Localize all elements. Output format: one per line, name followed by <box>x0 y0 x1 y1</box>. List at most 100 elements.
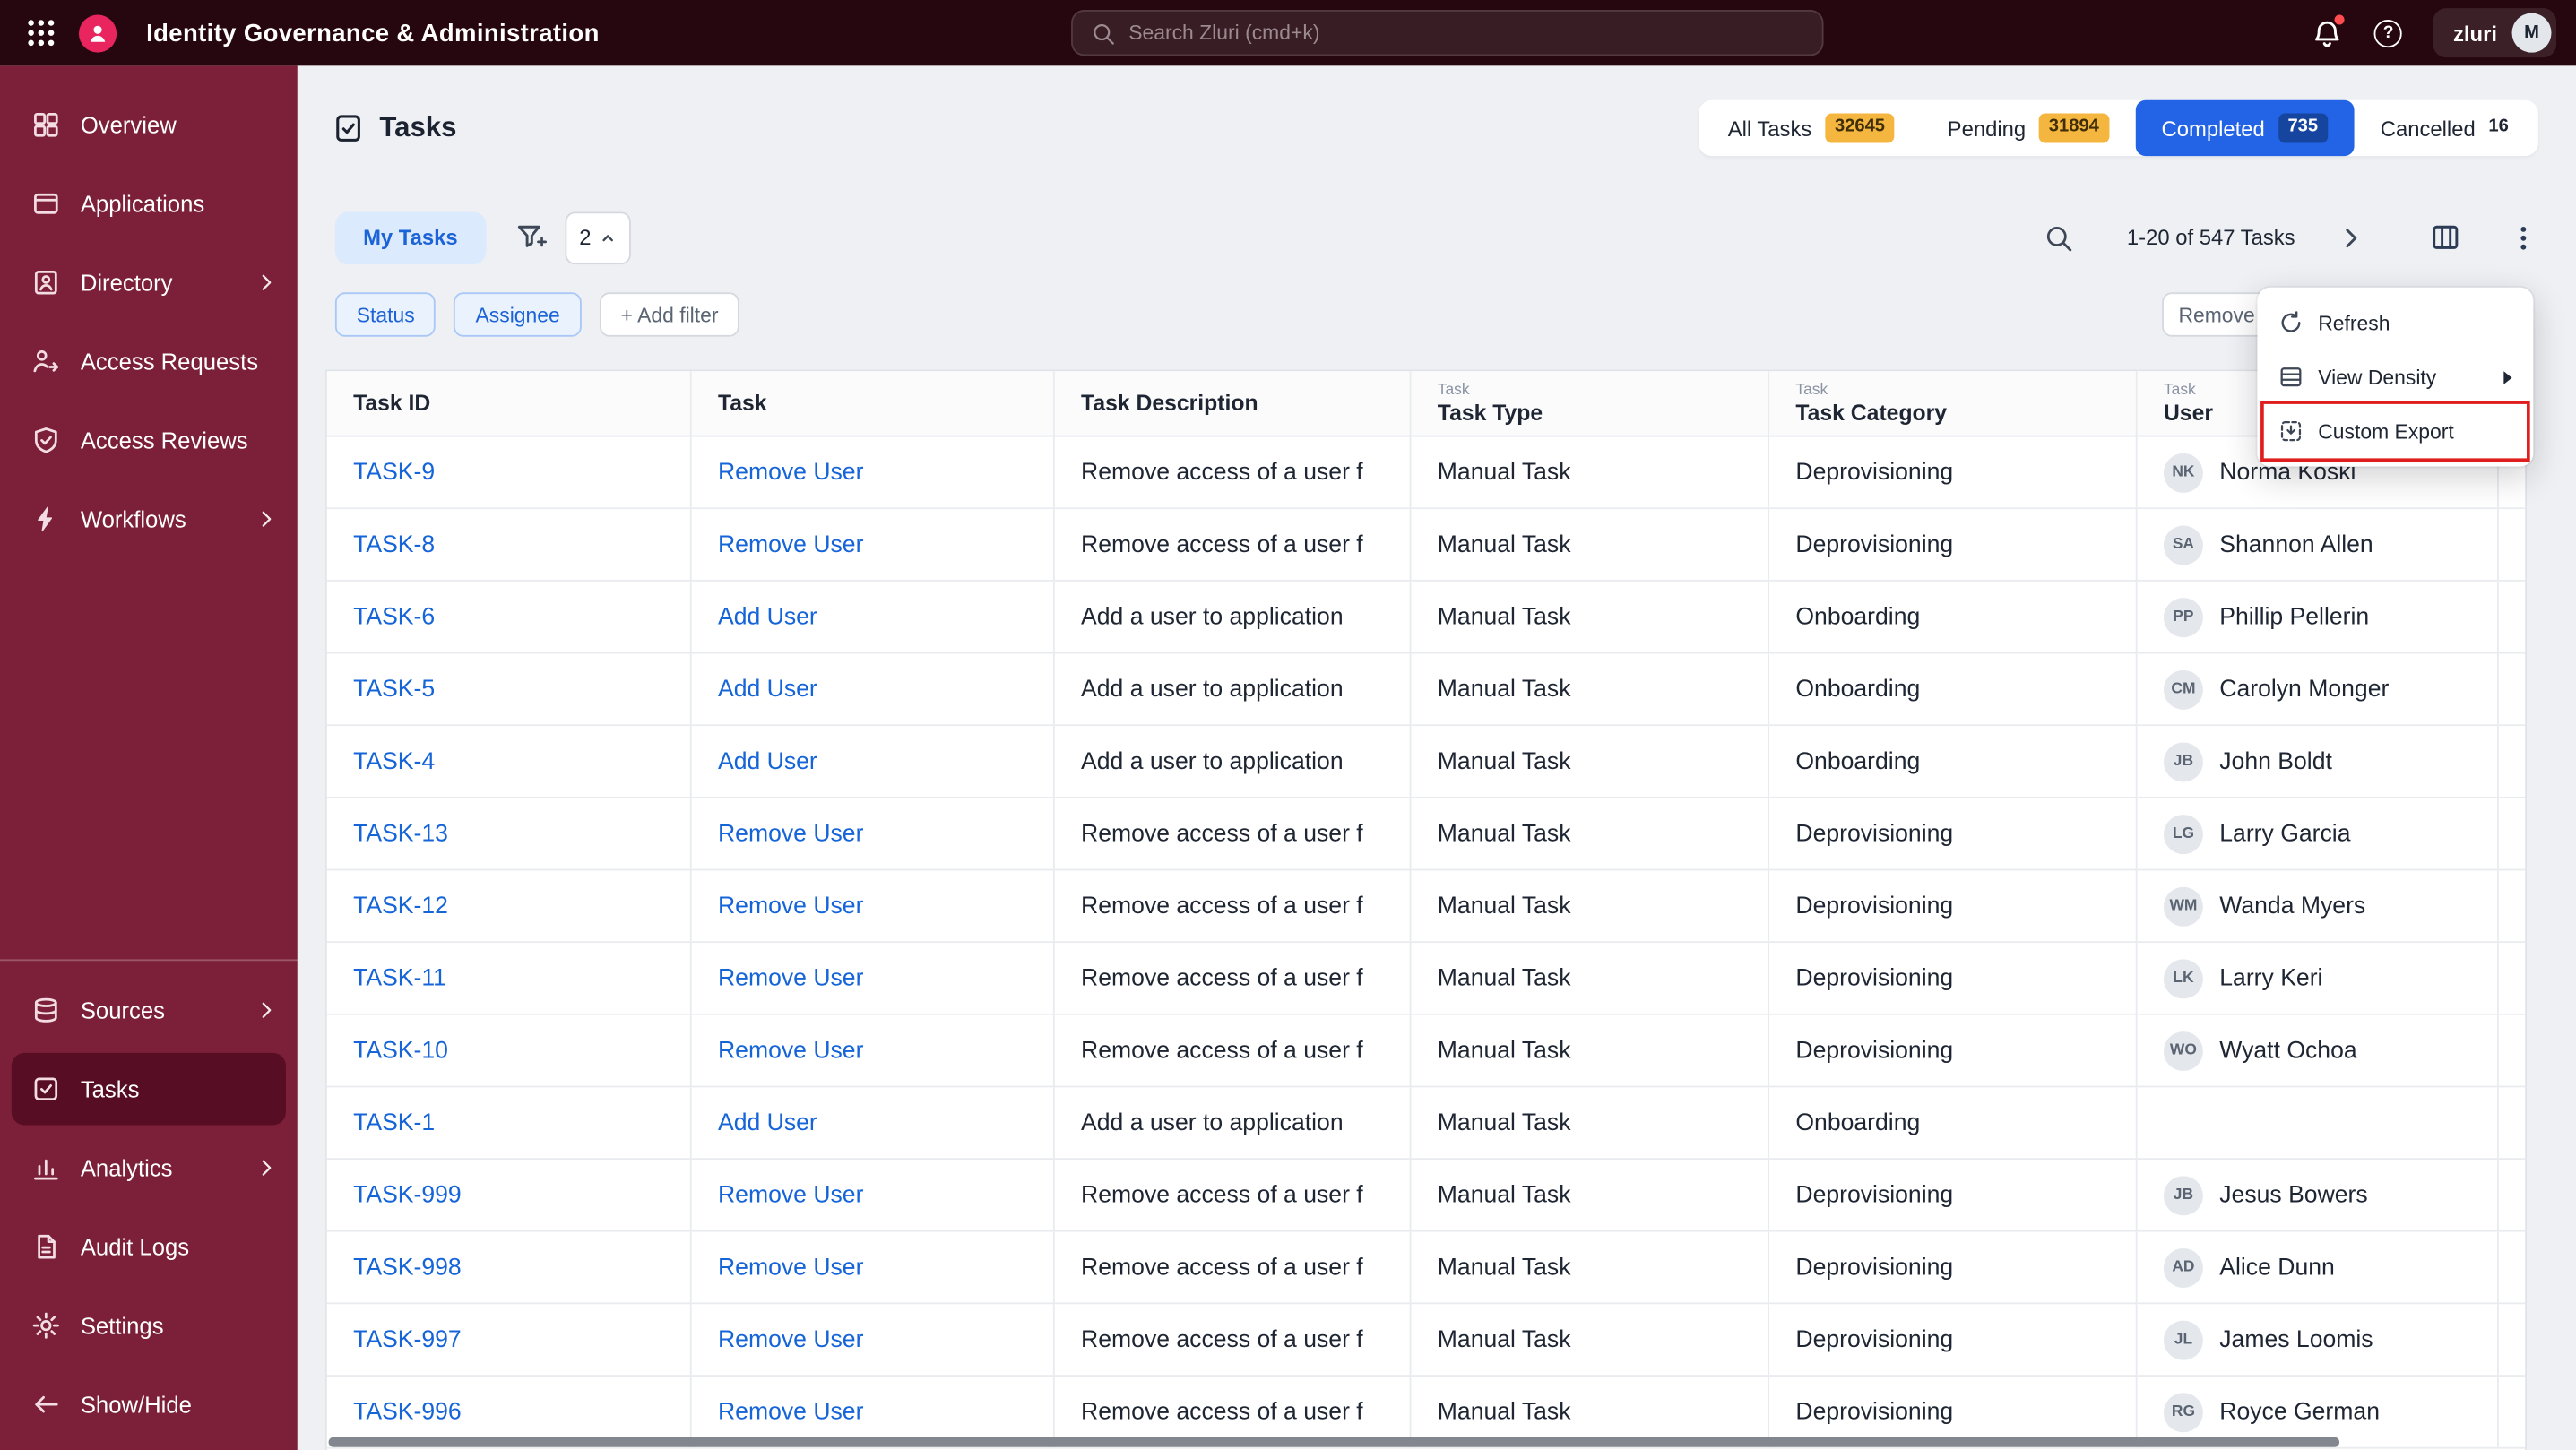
empty-cell <box>2499 653 2525 724</box>
filter-funnel-icon[interactable] <box>515 221 547 253</box>
task-id-link[interactable]: TASK-998 <box>353 1254 462 1280</box>
column-header-task: Task <box>692 371 1055 436</box>
sidebar-item-directory[interactable]: Directory <box>0 243 298 322</box>
sidebar-item-workflows[interactable]: Workflows <box>0 479 298 558</box>
kebab-menu-icon[interactable] <box>2509 222 2538 252</box>
tab-completed[interactable]: Completed 735 <box>2135 99 2355 157</box>
table-row[interactable]: TASK-997 Remove User Remove access of a … <box>326 1304 2526 1377</box>
filter-count-select[interactable]: 2 <box>564 211 631 264</box>
sidebar-item-access-requests[interactable]: Access Requests <box>0 322 298 401</box>
column-group-label: Task <box>1437 381 1470 400</box>
table-row[interactable]: TASK-13 Remove User Remove access of a u… <box>326 798 2526 871</box>
task-id-link[interactable]: TASK-8 <box>353 531 435 557</box>
task-id-link[interactable]: TASK-12 <box>353 893 448 919</box>
global-search[interactable] <box>1071 9 1824 56</box>
sidebar-item-tasks[interactable]: Tasks <box>11 1052 286 1126</box>
filter-chip-status[interactable]: Status <box>334 292 437 337</box>
task-id-link[interactable]: TASK-999 <box>353 1182 462 1208</box>
task-id-link[interactable]: TASK-4 <box>353 748 435 774</box>
scrollbar-thumb[interactable] <box>328 1437 2340 1447</box>
chevron-right-icon <box>255 1156 278 1179</box>
task-type-cell: Manual Task <box>1411 726 1770 797</box>
task-description-cell: Remove access of a user f <box>1055 436 1412 508</box>
tab-all-tasks[interactable]: All Tasks 32645 <box>1701 100 1921 156</box>
pagination-next-icon[interactable] <box>2338 224 2364 250</box>
my-tasks-button[interactable]: My Tasks <box>334 211 486 264</box>
user-avatar: JL <box>2163 1319 2203 1359</box>
task-user-cell <box>2138 1087 2499 1159</box>
task-id-link[interactable]: TASK-6 <box>353 604 435 630</box>
tab-count-badge: 735 <box>2278 114 2329 142</box>
user-name: Phillip Pellerin <box>2219 603 2370 630</box>
task-user-cell: LK Larry Keri <box>2138 943 2499 1014</box>
menu-item-view-density[interactable]: View Density <box>2264 350 2527 403</box>
user-name: Wyatt Ochoa <box>2219 1037 2357 1064</box>
add-filter-button[interactable]: + Add filter <box>599 292 740 337</box>
task-id-link[interactable]: TASK-10 <box>353 1037 448 1063</box>
account-menu[interactable]: zluri M <box>2433 8 2557 58</box>
sidebar-item-label: Access Reviews <box>80 427 248 453</box>
table-row[interactable]: TASK-6 Add User Add a user to applicatio… <box>326 581 2526 654</box>
task-action-link[interactable]: Add User <box>718 604 817 630</box>
columns-icon[interactable] <box>2430 221 2461 253</box>
notifications-bell-icon[interactable] <box>2312 13 2346 48</box>
task-category-cell: Deprovisioning <box>1769 1014 2138 1086</box>
task-id-link[interactable]: TASK-9 <box>353 459 435 485</box>
menu-item-refresh[interactable]: Refresh <box>2264 296 2527 350</box>
task-action-link[interactable]: Remove User <box>718 893 863 919</box>
task-action-link[interactable]: Remove User <box>718 1037 863 1063</box>
table-row[interactable]: TASK-998 Remove User Remove access of a … <box>326 1231 2526 1305</box>
sidebar-item-audit-logs[interactable]: Audit Logs <box>0 1207 298 1286</box>
task-action-link[interactable]: Add User <box>718 676 817 702</box>
task-category-cell: Deprovisioning <box>1769 943 2138 1014</box>
caret-up-icon <box>600 229 616 246</box>
table-row[interactable]: TASK-1 Add User Add a user to applicatio… <box>326 1087 2526 1161</box>
table-row[interactable]: TASK-11 Remove User Remove access of a u… <box>326 943 2526 1015</box>
sidebar-item-icon <box>31 110 61 140</box>
table-row[interactable]: TASK-9 Remove User Remove access of a us… <box>326 436 2526 510</box>
table-row[interactable]: TASK-5 Add User Add a user to applicatio… <box>326 653 2526 727</box>
table-row[interactable]: TASK-999 Remove User Remove access of a … <box>326 1160 2526 1232</box>
sidebar-item-icon <box>31 1075 61 1104</box>
task-user-cell: WM Wanda Myers <box>2138 870 2499 942</box>
table-row[interactable]: TASK-4 Add User Add a user to applicatio… <box>326 726 2526 798</box>
task-id-link[interactable]: TASK-13 <box>353 821 448 847</box>
tab-cancelled[interactable]: Cancelled 16 <box>2354 100 2535 156</box>
task-action-link[interactable]: Add User <box>718 1109 817 1135</box>
task-id-link[interactable]: TASK-1 <box>353 1109 435 1135</box>
task-action-link[interactable]: Remove User <box>718 459 863 485</box>
sidebar-item-access-reviews[interactable]: Access Reviews <box>0 401 298 479</box>
task-action-link[interactable]: Remove User <box>718 1326 863 1352</box>
task-action-link[interactable]: Remove User <box>718 965 863 991</box>
table-row[interactable]: TASK-10 Remove User Remove access of a u… <box>326 1014 2526 1088</box>
sidebar-item-icon <box>31 1153 61 1183</box>
help-icon[interactable]: ? <box>2374 19 2403 47</box>
task-id-link[interactable]: TASK-5 <box>353 676 435 702</box>
sidebar-item-label: Applications <box>80 190 205 217</box>
sidebar-item-sources[interactable]: Sources <box>0 971 298 1049</box>
filter-chip-assignee[interactable]: Assignee <box>454 292 582 337</box>
sidebar-item-show-hide[interactable]: Show/Hide <box>0 1365 298 1444</box>
task-id-link[interactable]: TASK-996 <box>353 1399 462 1425</box>
empty-cell <box>2499 798 2525 869</box>
table-row[interactable]: TASK-8 Remove User Remove access of a us… <box>326 509 2526 582</box>
tab-pending[interactable]: Pending 31894 <box>1921 100 2135 156</box>
task-action-link[interactable]: Remove User <box>718 821 863 847</box>
table-row[interactable]: TASK-12 Remove User Remove access of a u… <box>326 870 2526 944</box>
sidebar-item-analytics[interactable]: Analytics <box>0 1128 298 1207</box>
sidebar-item-applications[interactable]: Applications <box>0 164 298 243</box>
task-action-link[interactable]: Remove User <box>718 531 863 557</box>
task-action-link[interactable]: Remove User <box>718 1399 863 1425</box>
task-action-link[interactable]: Remove User <box>718 1182 863 1208</box>
table-search-icon[interactable] <box>2043 222 2072 252</box>
sidebar-item-settings[interactable]: Settings <box>0 1286 298 1365</box>
apps-grid-icon[interactable] <box>24 16 57 49</box>
task-id-link[interactable]: TASK-997 <box>353 1326 462 1352</box>
menu-item-custom-export[interactable]: Custom Export <box>2260 401 2530 462</box>
global-search-input[interactable] <box>1128 21 1804 45</box>
task-action-link[interactable]: Remove User <box>718 1254 863 1280</box>
task-action-link[interactable]: Add User <box>718 748 817 774</box>
task-id-link[interactable]: TASK-11 <box>353 965 446 991</box>
sidebar-item-overview[interactable]: Overview <box>0 85 298 164</box>
